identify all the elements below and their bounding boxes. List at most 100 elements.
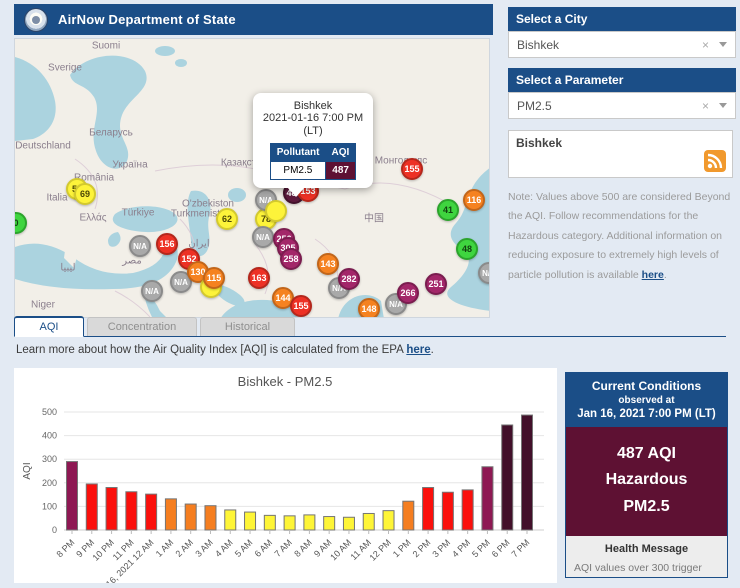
chart-bar [86, 484, 97, 530]
chart-x-tick: 12 PM [367, 537, 392, 562]
chart-x-tick: 5 AM [233, 537, 255, 559]
popup-table: Pollutant AQI PM2.5 487 [270, 143, 357, 180]
parameter-clear-icon[interactable]: × [702, 99, 709, 113]
chart-x-tick: 3 AM [193, 537, 215, 559]
chart-y-tick: 300 [42, 454, 57, 464]
chart-bar [146, 494, 157, 530]
aqi-value-box: 487 AQI Hazardous PM2.5 [566, 427, 727, 536]
chart-bar [383, 511, 394, 530]
chart-x-tick: 2 PM [411, 537, 433, 559]
aqi-marker[interactable]: 116 [463, 189, 485, 211]
chart-title: Bishkek - PM2.5 [238, 374, 333, 389]
tab-aqi[interactable]: AQI [14, 316, 84, 337]
aqi-marker[interactable]: 62 [216, 208, 238, 230]
aqi-marker[interactable]: 48 [456, 238, 478, 260]
chart-y-tick: 400 [42, 431, 57, 441]
chart-y-tick: 500 [42, 407, 57, 417]
aqi-marker[interactable]: 258 [280, 248, 302, 270]
aqi-bar-chart: Bishkek - PM2.5AQI01002003004005008 PM9 … [14, 368, 557, 583]
aqi-marker[interactable]: N/A [252, 226, 274, 248]
chart-bar [284, 516, 295, 530]
learn-more-before: Learn more about how the Air Quality Ind… [16, 344, 406, 356]
chart-bar [482, 467, 493, 530]
chart-bar [225, 510, 236, 530]
current-conditions-subtitle: observed at [570, 395, 723, 406]
city-widget: Select a City Bishkek × [508, 7, 736, 58]
aqi-marker[interactable]: 148 [358, 298, 380, 318]
chart-bar [423, 488, 434, 530]
aqi-category: Hazardous [570, 467, 723, 493]
note-here-link[interactable]: here [642, 269, 664, 281]
aqi-parameter: PM2.5 [570, 494, 723, 520]
chart-x-tick: 4 PM [450, 537, 472, 559]
health-message: Health Message AQI values over 300 trigg… [566, 536, 727, 578]
city-select-value: Bishkek [517, 38, 702, 52]
feed-city-name: Bishkek [516, 136, 725, 150]
chart-x-tick: 10 PM [91, 537, 116, 562]
rss-icon[interactable] [704, 150, 726, 172]
current-conditions-title: Current Conditions [570, 379, 723, 393]
parameter-chevron-down-icon[interactable] [719, 103, 727, 108]
chart-x-tick: 10 AM [328, 537, 353, 562]
aqi-marker[interactable]: N/A [129, 235, 151, 257]
aqi-chart-panel: Bishkek - PM2.5AQI01002003004005008 PM9 … [14, 368, 557, 583]
chart-bar [106, 488, 117, 530]
city-feed-box: Bishkek [508, 130, 733, 178]
popup-pollutant-header: Pollutant [270, 144, 325, 162]
tab-bar: AQI Concentration Historical [14, 318, 726, 337]
chart-bar [403, 501, 414, 530]
aqi-marker[interactable] [265, 200, 287, 222]
chart-bar [165, 499, 176, 530]
chart-x-tick: 6 PM [490, 537, 512, 559]
department-of-state-seal-icon [24, 8, 48, 32]
aqi-marker[interactable]: 156 [156, 233, 178, 255]
parameter-widget: Select a Parameter PM2.5 × [508, 68, 736, 119]
tab-concentration[interactable]: Concentration [87, 317, 197, 336]
map-popup: Bishkek 2021-01-16 7:00 PM (LT) Pollutan… [253, 93, 373, 188]
chart-bar [462, 490, 473, 530]
chart-x-tick: 7 AM [272, 537, 294, 559]
chart-bar [205, 506, 216, 530]
aqi-marker[interactable]: 155 [401, 158, 423, 180]
aqi-marker[interactable]: 251 [425, 273, 447, 295]
current-conditions-datetime: Jan 16, 2021 7:00 PM (LT) [570, 408, 723, 420]
popup-aqi-value: 487 [326, 162, 356, 180]
note-after: . [664, 269, 667, 281]
learn-more-text: Learn more about how the Air Quality Ind… [16, 344, 434, 356]
tab-historical[interactable]: Historical [200, 317, 295, 336]
city-select[interactable]: Bishkek × [508, 31, 736, 58]
aqi-marker[interactable]: N/A [141, 280, 163, 302]
airnow-page: AirNow Department of State [0, 0, 740, 583]
chart-y-tick: 200 [42, 478, 57, 488]
chart-x-tick: 6 AM [253, 537, 275, 559]
note-before: Note: Values above 500 are considered Be… [508, 191, 730, 281]
aqi-marker[interactable]: 41 [437, 199, 459, 221]
chart-x-tick: 1 AM [154, 537, 176, 559]
city-clear-icon[interactable]: × [702, 38, 709, 52]
chart-bar [245, 512, 256, 530]
chart-y-tick: 0 [52, 525, 57, 535]
parameter-select[interactable]: PM2.5 × [508, 92, 736, 119]
aqi-marker[interactable]: 282 [338, 268, 360, 290]
city-chevron-down-icon[interactable] [719, 42, 727, 47]
chart-bar [343, 517, 354, 530]
chart-bar [264, 515, 275, 530]
epa-link[interactable]: here [406, 344, 430, 356]
aqi-marker[interactable]: 163 [248, 267, 270, 289]
chart-bar [442, 492, 453, 530]
aqi-marker[interactable]: 69 [74, 183, 96, 205]
chart-x-tick: 4 AM [213, 537, 235, 559]
aqi-marker[interactable]: 143 [317, 253, 339, 275]
learn-more-after: . [431, 344, 434, 356]
health-message-title: Health Message [574, 543, 719, 555]
chart-x-tick: 2 AM [174, 537, 196, 559]
city-widget-title: Select a City [508, 7, 736, 31]
parameter-select-value: PM2.5 [517, 99, 702, 113]
health-message-text: AQI values over 300 trigger health warni… [574, 560, 719, 578]
aqi-marker[interactable]: 115 [203, 267, 225, 289]
chart-bar [324, 517, 335, 530]
aqi-map[interactable]: SuomiSverigeБеларусьDeutschlandУкраїнаRo… [14, 38, 490, 318]
aqi-marker[interactable]: 266 [397, 282, 419, 304]
aqi-marker[interactable]: 155 [290, 295, 312, 317]
chart-bar [522, 415, 533, 530]
